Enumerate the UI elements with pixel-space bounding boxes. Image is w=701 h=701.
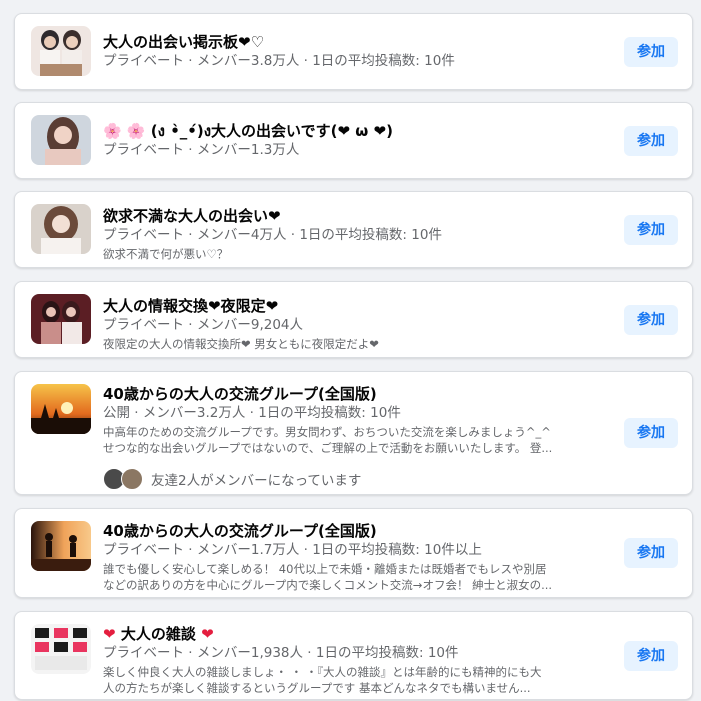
group-title[interactable]: 大人の出会い掲示板❤♡ [103,32,596,52]
group-card[interactable]: 大人の情報交換❤夜限定❤ プライベート · メンバー9,204人 夜限定の大人の… [14,281,693,358]
description-line: 中高年のための交流グループです。男女問わず、おちついた交流を楽しみましょう^_^ [103,425,551,439]
description-line: 欲求不満で何が悪い♡？ [103,247,229,261]
group-card[interactable]: ❤ 大人の雑談 ❤ プライベート · メンバー1,938人 · 1日の平均投稿数… [14,611,693,700]
group-description: 欲求不満で何が悪い♡？ [103,246,596,262]
group-title[interactable]: 40歳からの大人の交流グループ(全国版) [103,384,596,404]
description-line: 人の方たちが楽しく雑談するというグループです 基本どんなネタでも構いません... [103,681,531,695]
group-description: 楽しく仲良く大人の雑談しましょ・ ・ ・『大人の雑談』とは年齢的にも精神的にも大… [103,664,596,696]
group-meta: プライベート · メンバー1.3万人 [103,142,300,158]
group-title[interactable]: ❤ 大人の雑談 ❤ [103,624,596,644]
group-card[interactable]: 40歳からの大人の交流グループ(全国版) プライベート · メンバー1.7万人 … [14,508,693,598]
group-thumbnail[interactable] [31,204,91,254]
group-meta: プライベート · メンバー1,938人 · 1日の平均投稿数: 10件 [103,645,459,661]
group-title[interactable]: 40歳からの大人の交流グループ(全国版) [103,521,596,541]
group-thumbnail[interactable] [31,624,91,674]
friend-avatar[interactable] [121,468,143,490]
description-line: せつな的な出会いグループではないので、ご理解の上で活動をお願いいたします。 登.… [103,441,553,455]
description-line: 誰でも優しく安心して楽しめる！ 40代以上で未婚・離婚または既婚者でもレスや別居 [103,562,547,576]
group-title[interactable]: 🌸 🌸 (ง •̀_•́)ง大人の出会いです(❤ ω ❤) [103,121,596,141]
group-thumbnail[interactable] [31,294,91,344]
join-button[interactable]: 参加 [624,305,678,335]
group-thumbnail[interactable] [31,521,91,571]
group-title-text: 大人の雑談 [120,625,196,643]
group-thumbnail[interactable] [31,115,91,165]
group-thumbnail[interactable] [31,26,91,76]
join-button[interactable]: 参加 [624,215,678,245]
description-line: 楽しく仲良く大人の雑談しましょ・ ・ ・『大人の雑談』とは年齢的にも精神的にも大 [103,665,542,679]
description-line: 夜限定の大人の情報交換所❤ 男女ともに夜限定だよ❤ [103,337,379,351]
join-button[interactable]: 参加 [624,37,678,67]
friends-members-text: 友達2人がメンバーになっています [151,473,362,489]
group-description: 誰でも優しく安心して楽しめる！ 40代以上で未婚・離婚または既婚者でもレスや別居… [103,561,596,593]
group-card[interactable]: 40歳からの大人の交流グループ(全国版) 公開 · メンバー3.2万人 · 1日… [14,371,693,495]
friends-members-row[interactable]: 友達2人がメンバーになっています [103,468,596,490]
group-card[interactable]: 大人の出会い掲示板❤♡ プライベート · メンバー3.8万人 · 1日の平均投稿… [14,13,693,90]
heart-icon: ❤ [103,625,116,643]
group-description: 夜限定の大人の情報交換所❤ 男女ともに夜限定だよ❤ [103,336,596,352]
group-meta: 公開 · メンバー3.2万人 · 1日の平均投稿数: 10件 [103,405,401,421]
group-title[interactable]: 欲求不満な大人の出会い❤ [103,206,596,226]
group-card[interactable]: 欲求不満な大人の出会い❤ プライベート · メンバー4万人 · 1日の平均投稿数… [14,191,693,268]
group-card[interactable]: 🌸 🌸 (ง •̀_•́)ง大人の出会いです(❤ ω ❤) プライベート · メ… [14,102,693,179]
join-button[interactable]: 参加 [624,418,678,448]
group-meta: プライベート · メンバー1.7万人 · 1日の平均投稿数: 10件以上 [103,542,482,558]
group-meta: プライベート · メンバー3.8万人 · 1日の平均投稿数: 10件 [103,53,455,69]
group-meta: プライベート · メンバー4万人 · 1日の平均投稿数: 10件 [103,227,442,243]
heart-icon: ❤ [201,625,214,643]
description-line: などの訳ありの方を中心にグループ内で楽しくコメント交流→オフ会！ 紳士と淑女の.… [103,578,553,592]
group-description: 中高年のための交流グループです。男女問わず、おちついた交流を楽しみましょう^_^… [103,424,596,456]
group-title[interactable]: 大人の情報交換❤夜限定❤ [103,296,596,316]
group-meta: プライベート · メンバー9,204人 [103,317,304,333]
join-button[interactable]: 参加 [624,538,678,568]
join-button[interactable]: 参加 [624,126,678,156]
join-button[interactable]: 参加 [624,641,678,671]
group-thumbnail[interactable] [31,384,91,434]
